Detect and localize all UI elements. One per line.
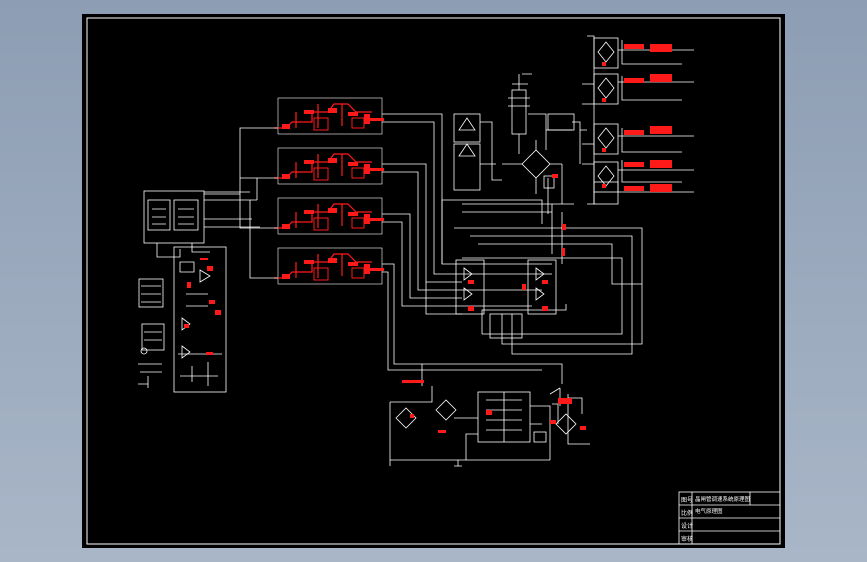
title-block-label-3: 设计 <box>681 522 693 530</box>
right-regulator-channels <box>582 35 694 205</box>
cad-viewport[interactable]: 图号 比例 设计 审核 晶闸管调速系统原理图 电气原理图 <box>0 0 867 562</box>
title-block-label-1: 图号 <box>681 497 693 504</box>
trigger-stage-4 <box>274 247 384 285</box>
title-block-subtitle: 电气原理图 <box>695 507 723 515</box>
bottom-power-red <box>402 380 586 433</box>
title-block-label-2: 比例 <box>681 509 693 517</box>
trigger-feed-wires <box>204 127 278 279</box>
upper-power-supply <box>453 73 587 214</box>
trigger-stage-2 <box>274 147 384 185</box>
main-wiring <box>382 113 643 384</box>
trigger-stage-1 <box>274 97 384 135</box>
control-board-left <box>138 190 260 393</box>
trigger-stage-3 <box>274 197 384 235</box>
title-block-label-4: 审核 <box>681 535 693 543</box>
control-board-left-components <box>184 258 221 355</box>
schematic-canvas: 图号 比例 设计 审核 晶闸管调速系统原理图 电气原理图 <box>86 17 781 545</box>
schematic-sheet: 图号 比例 设计 审核 晶闸管调速系统原理图 电气原理图 <box>82 14 785 548</box>
drawing-border <box>86 17 781 545</box>
title-block-title: 晶闸管调速系统原理图 <box>695 495 751 503</box>
